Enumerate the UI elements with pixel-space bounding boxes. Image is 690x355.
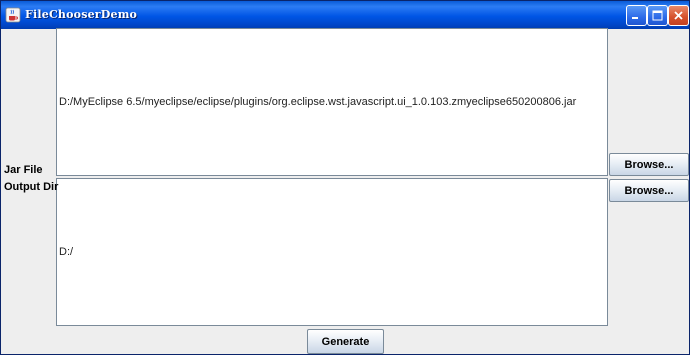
title-bar[interactable]: FileChooserDemo bbox=[1, 1, 689, 29]
java-coffee-cup-icon bbox=[5, 7, 21, 23]
jar-file-textarea[interactable]: D:/MyEclipse 6.5/myeclipse/eclipse/plugi… bbox=[56, 28, 608, 176]
minimize-button[interactable] bbox=[626, 5, 647, 26]
maximize-icon bbox=[652, 6, 663, 25]
content-pane: D:/MyEclipse 6.5/myeclipse/eclipse/plugi… bbox=[1, 28, 689, 354]
maximize-button[interactable] bbox=[647, 5, 668, 26]
jar-file-value: D:/MyEclipse 6.5/myeclipse/eclipse/plugi… bbox=[59, 96, 577, 108]
window-title: FileChooserDemo bbox=[25, 8, 138, 21]
browse-jar-button[interactable]: Browse... bbox=[609, 153, 689, 176]
output-dir-textarea[interactable]: D:/ bbox=[56, 178, 608, 326]
jar-file-label: Jar File bbox=[4, 164, 43, 176]
app-window: FileChooserDemo D:/MyEclipse 6.5/myeclip… bbox=[0, 0, 690, 355]
output-dir-label: Output Dir bbox=[4, 181, 59, 193]
output-dir-value: D:/ bbox=[59, 246, 74, 258]
minimize-icon bbox=[631, 6, 642, 25]
browse-output-button[interactable]: Browse... bbox=[609, 179, 689, 202]
close-icon bbox=[673, 6, 684, 25]
close-button[interactable] bbox=[668, 5, 689, 26]
generate-button[interactable]: Generate bbox=[307, 329, 384, 354]
